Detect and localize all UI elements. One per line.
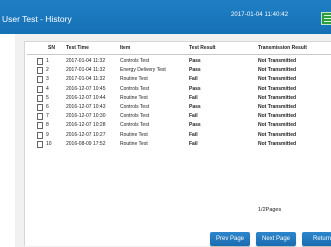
row-item: Controls Test bbox=[120, 113, 150, 120]
row-item: Routine Test bbox=[120, 94, 148, 101]
row-sn: 5 bbox=[46, 94, 49, 101]
battery-bar bbox=[324, 15, 331, 16]
row-test-result: Pass bbox=[189, 67, 201, 74]
table-row[interactable]: 4 2016-12-07 10:45 Controls Test Pass Not Tr… bbox=[0, 85, 331, 94]
battery-icon bbox=[321, 12, 331, 25]
row-test-result: Fail bbox=[189, 76, 198, 83]
prev-page-button[interactable]: Prev Page bbox=[210, 232, 250, 246]
row-select-checkbox[interactable] bbox=[37, 140, 43, 148]
row-item: Controls Test bbox=[120, 122, 150, 129]
table-row[interactable]: 8 2016-12-07 10:28 Controls Test Pass Not Tr… bbox=[0, 121, 331, 130]
page-indicator: 1/2Pages bbox=[258, 207, 282, 213]
table-row[interactable]: 6 2016-12-07 10:43 Controls Test Pass Not Tr… bbox=[0, 103, 331, 112]
table-row[interactable]: 5 2016-12-07 10:44 Routine Test Fail Not Tra… bbox=[0, 94, 331, 103]
row-sn: 7 bbox=[46, 113, 49, 120]
row-item: Controls Test bbox=[120, 58, 150, 64]
row-transmission-result: Not Transmitted bbox=[258, 113, 297, 120]
row-sn: 4 bbox=[46, 85, 49, 92]
table-row[interactable]: 7 2016-12-07 10:30 Controls Test Fail Not Tr… bbox=[0, 112, 331, 121]
row-test-time: 2016-12-07 10:28 bbox=[66, 122, 106, 129]
column-header-transmission-result: Transmission Result bbox=[258, 45, 307, 51]
column-header-sn: SN bbox=[48, 45, 55, 51]
row-select-checkbox[interactable] bbox=[37, 94, 43, 102]
row-test-time: 2016-12-07 10:27 bbox=[66, 131, 106, 138]
row-select-checkbox[interactable] bbox=[37, 76, 43, 84]
row-sn: 1 bbox=[46, 58, 49, 64]
column-header-test-result: Test Result bbox=[189, 45, 216, 51]
row-sn: 8 bbox=[46, 122, 49, 129]
row-test-time: 2016-08-09 17:52 bbox=[66, 140, 106, 147]
row-item: Controls Test bbox=[120, 85, 150, 92]
row-test-result: Pass bbox=[189, 85, 201, 92]
row-sn: 3 bbox=[46, 76, 49, 83]
row-test-result: Pass bbox=[189, 104, 201, 110]
row-transmission-result: Not Transmitted bbox=[258, 58, 297, 64]
row-select-checkbox[interactable] bbox=[37, 131, 43, 139]
row-transmission-result: Not Transmitted bbox=[258, 76, 297, 83]
row-sn: 10 bbox=[46, 140, 52, 147]
row-test-result: Fail bbox=[189, 140, 198, 147]
table-row[interactable]: 10 2016-08-09 17:52 Routine Test Fail Not Tr… bbox=[0, 140, 331, 149]
row-select-checkbox[interactable] bbox=[37, 104, 43, 111]
row-test-time: 2016-12-07 10:30 bbox=[66, 113, 106, 120]
row-test-result: Pass bbox=[189, 58, 201, 64]
row-test-result: Fail bbox=[189, 131, 198, 138]
row-transmission-result: Not Transmitted bbox=[258, 85, 297, 92]
row-test-time: 2016-12-07 10:44 bbox=[66, 94, 106, 101]
row-transmission-result: Not Transmitted bbox=[258, 94, 297, 101]
row-select-checkbox[interactable] bbox=[37, 122, 43, 130]
table-row[interactable]: 2 2017-01-04 11:32 Energy Delivery Test Pas… bbox=[0, 66, 331, 75]
row-transmission-result: Not Transmitted bbox=[258, 67, 297, 74]
row-transmission-result: Not Transmitted bbox=[258, 131, 297, 138]
row-item: Controls Test bbox=[120, 104, 150, 110]
row-transmission-result: Not Transmitted bbox=[258, 122, 297, 129]
column-header-test-time: Test Time bbox=[66, 45, 89, 51]
table-row[interactable]: 3 2017-01-04 11:32 Routine Test Fail Not Tra… bbox=[0, 75, 331, 84]
row-test-time: 2017-01-04 11:32 bbox=[66, 76, 106, 83]
row-test-result: Fail bbox=[189, 113, 198, 120]
row-select-checkbox[interactable] bbox=[37, 67, 43, 75]
row-item: Energy Delivery Test bbox=[120, 67, 166, 74]
battery-bar bbox=[324, 21, 331, 22]
return-button[interactable]: Return bbox=[302, 232, 331, 246]
row-transmission-result: Not Transmitted bbox=[258, 104, 297, 110]
table-row[interactable]: 9 2016-12-07 10:27 Routine Test Fail Not Tra… bbox=[0, 131, 331, 140]
datetime-display: 2017-01-04 11:40:42 bbox=[231, 12, 289, 18]
page-title: User Test - History bbox=[2, 14, 72, 24]
row-sn: 9 bbox=[46, 131, 49, 138]
row-item: Routine Test bbox=[120, 76, 148, 83]
row-sn: 2 bbox=[46, 67, 49, 74]
row-select-checkbox[interactable] bbox=[37, 113, 43, 121]
row-sn: 6 bbox=[46, 104, 49, 110]
row-select-checkbox[interactable] bbox=[37, 85, 43, 93]
header-divider bbox=[27, 54, 331, 55]
row-transmission-result: Not Transmitted bbox=[258, 140, 297, 147]
row-test-time: 2016-12-07 10:45 bbox=[66, 85, 106, 92]
column-header-item: Item bbox=[120, 45, 131, 51]
row-test-time: 2017-01-04 11:32 bbox=[66, 67, 106, 74]
user-test-history-screen: User Test - History 2017-01-04 11:40:42 … bbox=[0, 0, 331, 247]
row-test-time: 2016-12-07 10:43 bbox=[66, 104, 106, 110]
battery-bar bbox=[324, 18, 331, 19]
row-item: Routine Test bbox=[120, 140, 148, 147]
row-test-time: 2017-01-04 11:32 bbox=[66, 58, 106, 64]
row-test-result: Fail bbox=[189, 94, 198, 101]
row-item: Routine Test bbox=[120, 131, 148, 138]
table-row[interactable]: 1 2017-01-04 11:32 Controls Test Pass Not Tr… bbox=[0, 57, 331, 66]
row-select-checkbox[interactable] bbox=[37, 58, 43, 65]
next-page-button[interactable]: Next Page bbox=[256, 232, 296, 246]
title-bar: User Test - History 2017-01-04 11:40:42 bbox=[0, 0, 331, 34]
row-test-result: Pass bbox=[189, 122, 201, 129]
